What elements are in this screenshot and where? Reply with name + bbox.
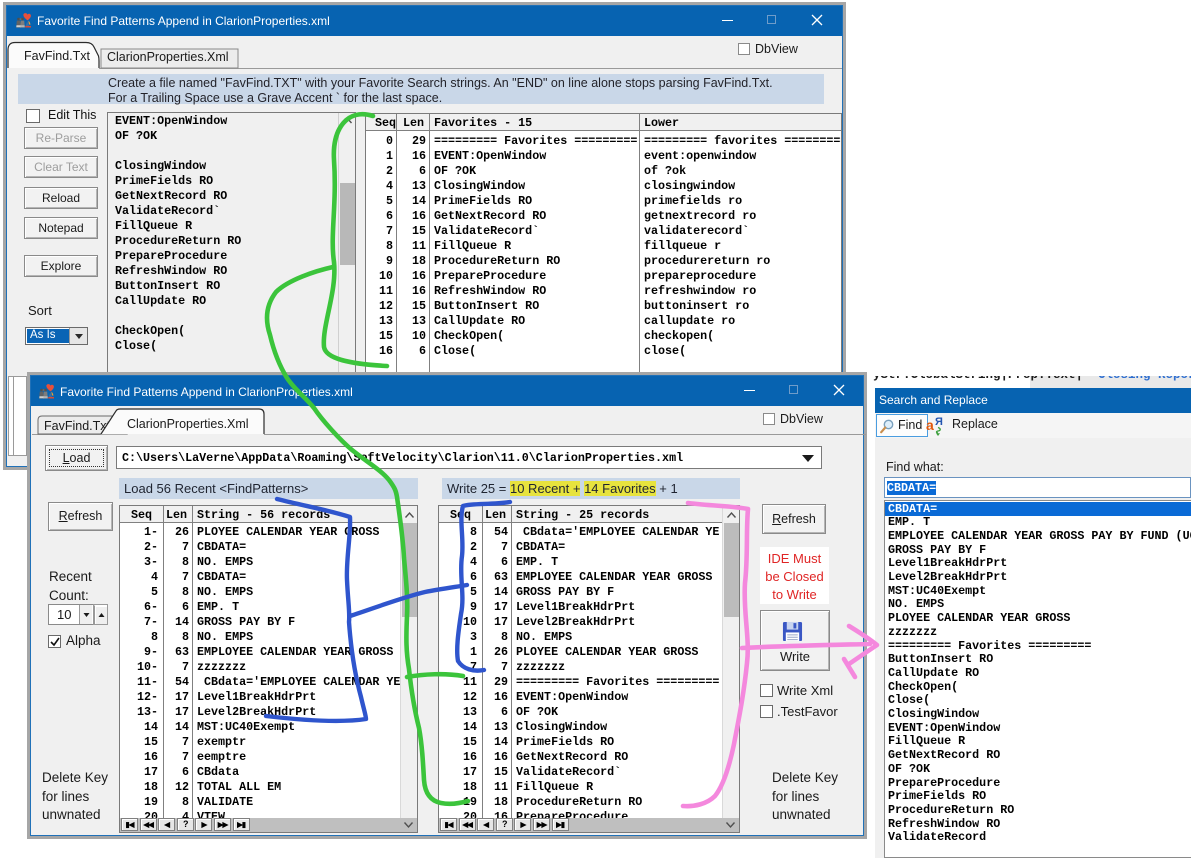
svg-text:FavFind.Txt: FavFind.Txt <box>44 419 111 433</box>
svg-text:FavFind.Txt: FavFind.Txt <box>24 49 91 63</box>
svg-text:a: a <box>926 417 934 433</box>
svg-text:ClarionProperties.Xml: ClarionProperties.Xml <box>127 417 249 431</box>
svg-text:Я: Я <box>935 416 943 428</box>
svg-text:ClarionProperties.Xml: ClarionProperties.Xml <box>107 50 229 64</box>
